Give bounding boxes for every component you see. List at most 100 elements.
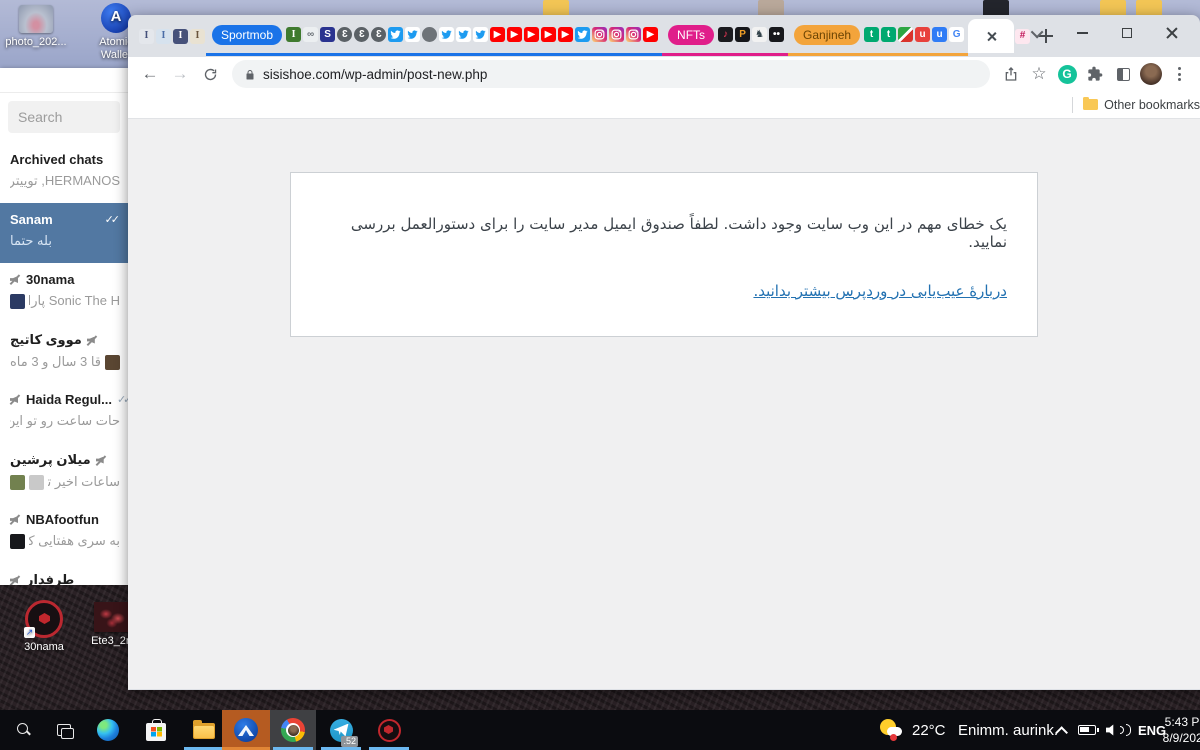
p-letter-favicon[interactable]: P: [735, 27, 751, 42]
taskbar-search-button[interactable]: [4, 710, 44, 750]
i-site-4-favicon[interactable]: I: [190, 28, 205, 44]
close-button[interactable]: [1159, 20, 1185, 46]
bookmark-star-button[interactable]: ☆: [1026, 61, 1052, 87]
s-navy-favicon[interactable]: S: [320, 27, 336, 42]
tab-group-label[interactable]: NFTs: [668, 24, 715, 45]
youtube-favicon[interactable]: ▶: [524, 27, 540, 42]
taskbar-chrome-button[interactable]: [270, 710, 316, 750]
profile-button[interactable]: [1138, 61, 1164, 87]
maximize-button[interactable]: [1114, 20, 1140, 46]
paperclip-favicon[interactable]: ∞: [303, 27, 319, 42]
i-site-2-favicon[interactable]: I: [156, 28, 171, 44]
score-ball-favicon[interactable]: 3: [354, 27, 370, 42]
youtube-favicon[interactable]: ▶: [507, 27, 523, 42]
volume-tray-button[interactable]: [1102, 710, 1134, 750]
maximize-icon: [1122, 28, 1133, 38]
weather-button[interactable]: [876, 710, 908, 750]
chat-list-item[interactable]: Haida Regul... ✓✓ حات ساعت رو تو این یکی: [0, 383, 128, 443]
desktop-icon-photo[interactable]: photo_202...: [4, 5, 68, 49]
instagram-favicon[interactable]: [626, 27, 642, 42]
task-view-button[interactable]: [44, 710, 84, 750]
browser-menu-button[interactable]: [1166, 61, 1192, 87]
weather-temperature[interactable]: 22°C: [912, 710, 946, 750]
chat-list-item[interactable]: Sanam ✓✓ بله حتما: [0, 203, 128, 263]
taskbar-edge-button[interactable]: [86, 710, 130, 750]
u-blue-favicon[interactable]: u: [932, 27, 948, 42]
instagram-favicon[interactable]: [609, 27, 625, 42]
clock-tray[interactable]: 5:43 PM 8/9/2022: [1162, 710, 1200, 750]
score-ball-favicon[interactable]: 3: [371, 27, 387, 42]
chat-list-item[interactable]: 30nama Sonic The H پارامونت: [0, 263, 128, 323]
reload-button[interactable]: [196, 60, 224, 88]
video-app-favicon[interactable]: ♪: [718, 27, 734, 42]
twitter-favicon[interactable]: [405, 27, 421, 42]
dark-dots-favicon[interactable]: ••: [769, 27, 785, 42]
desktop-icon-partial-folder[interactable]: [543, 0, 569, 15]
tab-search-button[interactable]: [1025, 20, 1051, 46]
chess-favicon[interactable]: ♞: [752, 27, 768, 42]
taskbar: .52 22°C Enimm. aurink. ENG 5:43 PM 8/9/…: [0, 710, 1200, 750]
desktop-icon-30nama[interactable]: ↗ 30nama: [12, 600, 76, 654]
red-app-favicon[interactable]: u: [915, 27, 931, 42]
tab-close-icon[interactable]: [986, 31, 997, 42]
desktop-icon-partial-folder[interactable]: [1136, 0, 1162, 15]
chat-list-item[interactable]: NBAfootfun به سری هفتایی کدوم: [0, 503, 128, 563]
30nama-app-icon: [377, 718, 401, 742]
twitter-favicon[interactable]: [575, 27, 591, 42]
taskbar-explorer-button[interactable]: [182, 710, 226, 750]
i-site-3-favicon[interactable]: I: [173, 28, 188, 44]
taskbar-store-button[interactable]: [134, 710, 178, 750]
i-site-green-favicon[interactable]: I: [286, 27, 302, 42]
chat-last-message: قا 3 سال و 3 ماه و 3 ر: [10, 354, 120, 370]
taskbar-vpn-app-button[interactable]: [222, 710, 270, 750]
flag-diagonal-favicon[interactable]: [898, 27, 914, 42]
weather-summary[interactable]: Enimm. aurink.: [958, 710, 1058, 750]
score-ball-favicon[interactable]: 3: [337, 27, 353, 42]
tab-group-label[interactable]: Ganjineh: [794, 24, 861, 45]
i-site-1-favicon[interactable]: I: [139, 28, 154, 44]
taskbar-30nama-button[interactable]: [366, 710, 412, 750]
gray-dot-favicon[interactable]: [422, 27, 438, 42]
share-button[interactable]: [998, 61, 1024, 87]
youtube-favicon[interactable]: ▶: [490, 27, 506, 42]
message-thumbnail: [10, 293, 25, 309]
twitter-favicon[interactable]: [473, 27, 489, 42]
t-green-favicon[interactable]: t: [881, 27, 897, 42]
youtube-favicon[interactable]: ▶: [643, 27, 659, 42]
minimize-button[interactable]: [1070, 20, 1096, 46]
chat-list-item[interactable]: مووی کاتیج قا 3 سال و 3 ماه و 3 ر: [0, 323, 128, 383]
tray-expand-button[interactable]: [1046, 710, 1072, 750]
t-green-favicon[interactable]: t: [864, 27, 880, 42]
chat-list-item[interactable]: میلان پرشین ساعات اخیر تیم |: [0, 443, 128, 503]
tab-group-label[interactable]: Sportmob: [212, 24, 283, 45]
twitter-favicon[interactable]: [388, 27, 404, 42]
search-input[interactable]: Search: [8, 101, 120, 133]
back-button[interactable]: ←: [136, 60, 164, 88]
battery-tray-button[interactable]: [1072, 710, 1102, 750]
twitter-favicon[interactable]: [439, 27, 455, 42]
side-panel-button[interactable]: [1110, 61, 1136, 87]
speaker-icon: [1105, 724, 1131, 737]
youtube-favicon[interactable]: ▶: [558, 27, 574, 42]
minimize-icon: [1077, 32, 1089, 34]
chat-list-item[interactable]: Archived chats HERMANOS, توییتر فار.: [0, 143, 128, 203]
address-bar[interactable]: sisishoe.com/wp-admin/post-new.php: [232, 60, 990, 88]
twitter-favicon[interactable]: [456, 27, 472, 42]
active-tab[interactable]: [968, 19, 1015, 53]
close-icon: [1166, 27, 1178, 39]
desktop-icon-partial-folder[interactable]: [1100, 0, 1126, 15]
desktop-icon-partial-dark-app[interactable]: [983, 0, 1009, 15]
forward-button[interactable]: →: [166, 60, 194, 88]
desktop-icon-partial-photo[interactable]: [758, 0, 784, 15]
instagram-favicon[interactable]: [592, 27, 608, 42]
taskbar-telegram-button[interactable]: .52: [318, 710, 364, 750]
tabs-container: I I I I Sportmob I ∞ S 3 3 3 ▶ ▶ ▶ ▶ ▶ ▶ NFTs ♪ P ♞ •• Ganjine…: [138, 15, 1061, 57]
shortcut-arrow-icon: ↗: [24, 627, 35, 638]
other-bookmarks-button[interactable]: Other bookmarks: [1104, 98, 1200, 112]
troubleshooting-link[interactable]: دربارهٔ عیب‌یابی در وردپرس بیشتر بدانید.: [753, 282, 1007, 300]
extensions-button[interactable]: [1082, 61, 1108, 87]
youtube-favicon[interactable]: ▶: [541, 27, 557, 42]
grammarly-extension-button[interactable]: G: [1054, 61, 1080, 87]
chat-list-item[interactable]: طرفدار: [0, 563, 128, 585]
google-favicon[interactable]: G: [949, 27, 965, 42]
